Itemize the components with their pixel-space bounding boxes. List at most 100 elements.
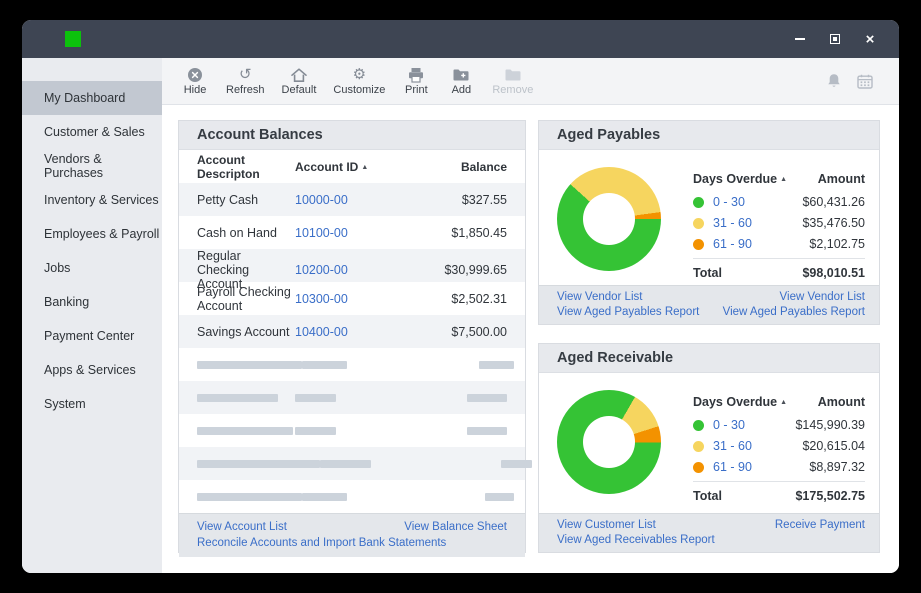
print-button[interactable]: Print [398, 64, 434, 98]
sidebar-item-vendors-purchases[interactable]: Vendors & Purchases [22, 149, 162, 183]
yellow-dot-icon [693, 217, 704, 229]
view-customer-list-link[interactable]: View Customer List [557, 519, 715, 531]
account-id-link[interactable]: 10300-00 [295, 292, 348, 306]
skeleton-bar [485, 492, 514, 501]
range-0-30-link[interactable]: 0 - 30 [713, 195, 745, 209]
account-id-link[interactable]: 10400-00 [295, 325, 348, 339]
amount-value: $35,476.50 [802, 216, 865, 230]
account-balance: $327.55 [461, 192, 507, 207]
skeleton-bar [197, 459, 320, 468]
sidebar-item-employees-payroll[interactable]: Employees & Payroll [22, 217, 162, 251]
skeleton-bar [320, 459, 371, 468]
amount-value: $20,615.04 [802, 439, 865, 453]
account-description: Petty Cash [197, 192, 259, 207]
legend-row: 61 - 90 $8,897.32 [693, 460, 865, 474]
skeleton-bar [302, 492, 347, 501]
app-logo-icon [65, 31, 81, 47]
view-vendor-list-link[interactable]: View Vendor List [723, 291, 865, 303]
sort-asc-icon: ▲ [780, 176, 788, 183]
column-account-description[interactable]: Account Descripton [197, 153, 295, 181]
folder-plus-icon [452, 66, 470, 83]
add-button[interactable]: Add [443, 64, 479, 98]
view-aged-payables-report-link[interactable]: View Aged Payables Report [557, 306, 699, 318]
view-aged-receivables-report-link[interactable]: View Aged Receivables Report [557, 534, 715, 546]
customize-button[interactable]: ⚙ Customize [329, 64, 389, 98]
calendar-icon[interactable] [857, 74, 873, 89]
printer-icon [407, 66, 425, 83]
amount-value: $145,990.39 [795, 418, 865, 432]
range-0-30-link[interactable]: 0 - 30 [713, 418, 745, 432]
minimize-button[interactable] [793, 32, 807, 46]
sidebar-item-customer-sales[interactable]: Customer & Sales [22, 115, 162, 149]
add-label: Add [451, 84, 472, 96]
skeleton-bar [467, 426, 507, 435]
view-aged-payables-report-link[interactable]: View Aged Payables Report [723, 306, 865, 318]
account-description: Savings Account [197, 324, 290, 339]
total-amount: $175,502.75 [795, 489, 865, 503]
panel-title: Account Balances [197, 127, 323, 143]
aged-receivable-legend: Days Overdue▲ Amount 0 - 30 $145,990.39 [693, 395, 865, 513]
sidebar-item-inventory-services[interactable]: Inventory & Services [22, 183, 162, 217]
aged-receivable-donut-chart [557, 390, 661, 494]
table-row: Payroll Checking Account 10300-00 $2,502… [179, 282, 525, 315]
table-row: Petty Cash 10000-00 $327.55 [179, 183, 525, 216]
close-icon: × [865, 30, 875, 48]
legend-col-days-overdue[interactable]: Days Overdue ▲ [693, 172, 787, 186]
range-31-60-link[interactable]: 31 - 60 [713, 439, 752, 453]
panel-title: Aged Payables [557, 127, 661, 143]
view-balance-sheet-link[interactable]: View Balance Sheet [404, 521, 507, 533]
sidebar-item-payment-center[interactable]: Payment Center [22, 319, 162, 353]
view-vendor-list-link[interactable]: View Vendor List [557, 291, 699, 303]
skeleton-row [179, 414, 525, 447]
refresh-icon: ↺ [238, 65, 252, 83]
range-61-90-link[interactable]: 61 - 90 [713, 460, 752, 474]
skeleton-bar [295, 393, 336, 402]
account-balance: $30,999.65 [444, 263, 507, 277]
account-balances-header: Account Balances [179, 121, 525, 150]
maximize-button[interactable] [828, 32, 842, 46]
skeleton-bar [295, 426, 336, 435]
sidebar-item-system[interactable]: System [22, 387, 162, 421]
skeleton-bar [467, 393, 507, 402]
hide-button[interactable]: Hide [177, 64, 213, 98]
dashboard-main: Account Balances Account Descripton Acco… [162, 105, 899, 573]
green-dot-icon [693, 419, 704, 431]
account-id-link[interactable]: 10100-00 [295, 226, 348, 240]
receive-payment-link[interactable]: Receive Payment [775, 519, 865, 531]
legend-row: 61 - 90 $2,102.75 [693, 237, 865, 251]
sidebar-item-apps-services[interactable]: Apps & Services [22, 353, 162, 387]
total-label: Total [693, 266, 722, 280]
print-label: Print [405, 84, 428, 96]
range-61-90-link[interactable]: 61 - 90 [713, 237, 752, 251]
default-button[interactable]: Default [278, 64, 321, 98]
sort-asc-icon: ▲ [780, 399, 788, 406]
column-account-id[interactable]: Account ID ▲ [295, 160, 401, 174]
column-balance[interactable]: Balance [401, 160, 507, 174]
aged-receivable-panel: Aged Receivable Days Overdue ▲ Amount 0 … [538, 343, 880, 553]
aged-receivable-header: Aged Receivable [539, 344, 879, 373]
legend-total-row: Total $98,010.51 [693, 258, 865, 280]
reconcile-accounts-link[interactable]: Reconcile Accounts and Import Bank State… [197, 537, 446, 549]
sidebar-item-banking[interactable]: Banking [22, 285, 162, 319]
sidebar-item-jobs[interactable]: Jobs [22, 251, 162, 285]
account-id-link[interactable]: 10000-00 [295, 193, 348, 207]
account-id-link[interactable]: 10200-00 [295, 263, 348, 277]
account-balances-footer: View Account List View Balance Sheet Rec… [179, 513, 525, 557]
skeleton-row [179, 348, 525, 381]
skeleton-bar [197, 360, 302, 369]
range-31-60-link[interactable]: 31 - 60 [713, 216, 752, 230]
yellow-dot-icon [693, 440, 704, 452]
view-account-list-link[interactable]: View Account List [197, 521, 287, 533]
account-description: Payroll Checking Account [197, 284, 291, 313]
close-button[interactable]: × [863, 30, 877, 48]
skeleton-bar [197, 426, 293, 435]
bell-icon[interactable] [826, 73, 842, 89]
table-row: Cash on Hand 10100-00 $1,850.45 [179, 216, 525, 249]
sidebar-item-my-dashboard[interactable]: My Dashboard [22, 81, 162, 115]
refresh-button[interactable]: ↺ Refresh [222, 64, 269, 98]
legend-row: 0 - 30 $60,431.26 [693, 195, 865, 209]
toolbar: Hide ↺ Refresh Default ⚙ Customize Print… [162, 58, 899, 105]
account-balance: $2,502.31 [451, 291, 507, 306]
skeleton-row [179, 381, 525, 414]
legend-col-days-overdue[interactable]: Days Overdue ▲ [693, 395, 787, 409]
